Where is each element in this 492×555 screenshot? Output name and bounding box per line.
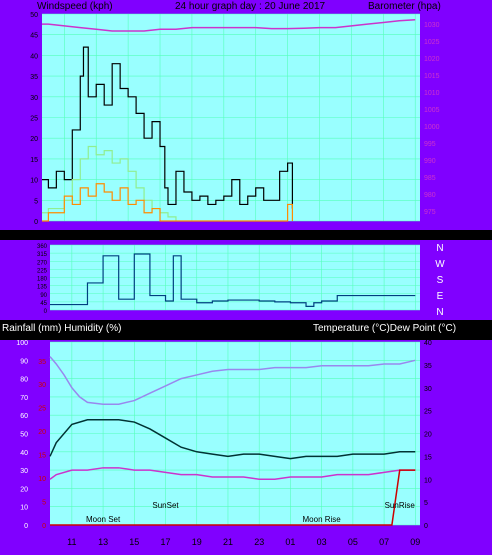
temperature-tick-label: 35 (424, 363, 432, 370)
time-tick-label: 07 (379, 537, 389, 547)
humidity-tick-label: 100 (16, 340, 28, 347)
direction-tick-label: 135 (37, 285, 48, 291)
time-tick-label: 09 (410, 230, 420, 240)
time-tick-label: 01 (285, 537, 295, 547)
rain-tick-label: 25 (38, 406, 46, 413)
wind-tick-label: 0 (34, 219, 38, 226)
wind-tick-label: 50 (30, 12, 38, 19)
time-tick-label: 15 (129, 537, 139, 547)
time-tick-label: 23 (254, 537, 264, 547)
temperature-tick-label: 25 (424, 409, 432, 416)
barometer-tick-label: 1030 (424, 22, 440, 29)
wind-tick-label: 40 (30, 53, 38, 60)
time-tick-label: 07 (378, 230, 388, 240)
wind-tick-label: 35 (30, 74, 38, 81)
humidity-tick-label: 70 (20, 395, 28, 402)
direction-tick-label: 315 (37, 252, 48, 258)
temperature-tick-label: 15 (424, 454, 432, 461)
time-tick-label: 17 (161, 537, 171, 547)
barometer-tick-label: 1010 (424, 90, 440, 97)
time-tick-label: 17 (155, 230, 165, 240)
rain-tick-label: 35 (38, 359, 46, 366)
direction-tick-label: 45 (40, 301, 47, 307)
humidity-tick-label: 90 (20, 358, 28, 365)
annotation-label: Moon Set (86, 515, 121, 524)
rain-tick-label: 0 (42, 523, 46, 530)
barometer-tick-label: 995 (424, 141, 436, 148)
temperature-tick-label: 20 (424, 432, 432, 439)
temperature-tick-label: 0 (424, 523, 428, 530)
time-tick-label: 09 (410, 537, 420, 547)
wind-axis-title: Windspeed (kph) (37, 1, 113, 12)
barometer-tick-label: 975 (424, 209, 436, 216)
rain-tick-label: 15 (38, 453, 46, 460)
compass-label: N (436, 243, 443, 254)
temperature-tick-label: 10 (424, 477, 432, 484)
rain-tick-label: 5 (42, 500, 46, 507)
compass-label: S (437, 275, 444, 286)
direction-tick-label: 360 (37, 244, 48, 250)
direction-tick-label: 90 (40, 293, 47, 299)
rain-tick-label: 30 (38, 382, 46, 389)
time-tick-label: 05 (348, 537, 358, 547)
annotation-label: Moon Rise (303, 515, 342, 524)
humidity-tick-label: 30 (20, 468, 28, 475)
wind-tick-label: 5 (34, 198, 38, 205)
time-tick-label: 19 (187, 230, 197, 240)
wind-tick-label: 20 (30, 136, 38, 143)
wind-tick-label: 25 (30, 116, 38, 123)
time-tick-label: 23 (251, 230, 261, 240)
rain-tick-label: 20 (38, 429, 46, 436)
time-tick-label: 13 (98, 537, 108, 547)
time-tick-label: 13 (91, 230, 101, 240)
direction-tick-label: 180 (37, 277, 48, 283)
rain-humidity-axis-title: Rainfall (mm) Humidity (%) (2, 323, 121, 334)
humidity-tick-label: 0 (24, 523, 28, 530)
time-tick-label: 01 (283, 230, 293, 240)
barometer-tick-label: 1000 (424, 124, 440, 131)
weather-graph: 0510152025303540455097598098599099510001… (0, 0, 492, 555)
time-tick-label: 21 (223, 537, 233, 547)
humidity-tick-label: 40 (20, 450, 28, 457)
wind-tick-label: 15 (30, 157, 38, 164)
compass-label: N (436, 307, 443, 318)
barometer-tick-label: 1005 (424, 107, 440, 114)
annotation-label: SunSet (152, 501, 179, 510)
humidity-tick-label: 80 (20, 377, 28, 384)
time-tick-label: 03 (317, 537, 327, 547)
compass-label: W (435, 259, 445, 270)
humidity-tick-label: 10 (20, 505, 28, 512)
time-tick-label: 21 (219, 230, 229, 240)
humidity-tick-label: 50 (20, 432, 28, 439)
wind-tick-label: 30 (30, 95, 38, 102)
annotation-label: SunRise (385, 501, 416, 510)
temperature-tick-label: 40 (424, 340, 432, 347)
direction-tick-label: 270 (37, 260, 48, 266)
barometer-tick-label: 1025 (424, 39, 440, 46)
temperature-tick-label: 5 (424, 500, 428, 507)
time-tick-label: 19 (192, 537, 202, 547)
humidity-tick-label: 20 (20, 486, 28, 493)
time-tick-label: 05 (346, 230, 356, 240)
humidity-tick-label: 60 (20, 413, 28, 420)
wind-tick-label: 45 (30, 33, 38, 40)
time-tick-label: 03 (315, 230, 325, 240)
temperature-tick-label: 30 (424, 386, 432, 393)
barometer-tick-label: 985 (424, 175, 436, 182)
barometer-tick-label: 980 (424, 192, 436, 199)
wind-tick-label: 10 (30, 178, 38, 185)
compass-label: E (437, 291, 444, 302)
time-tick-label: 15 (123, 230, 133, 240)
rain-tick-label: 10 (38, 476, 46, 483)
temp-dew-axis-title: Temperature (°C)Dew Point (°C) (313, 323, 456, 334)
time-tick-label: 11 (67, 537, 76, 547)
barometer-tick-label: 1015 (424, 73, 440, 80)
direction-tick-label: 225 (37, 268, 48, 274)
barometer-tick-label: 990 (424, 158, 436, 165)
barometer-axis-title: Barometer (hpa) (368, 1, 441, 12)
graph-title: 24 hour graph day : 20 June 2017 (175, 1, 326, 12)
time-tick-label: 11 (60, 230, 69, 240)
barometer-tick-label: 1020 (424, 56, 440, 63)
